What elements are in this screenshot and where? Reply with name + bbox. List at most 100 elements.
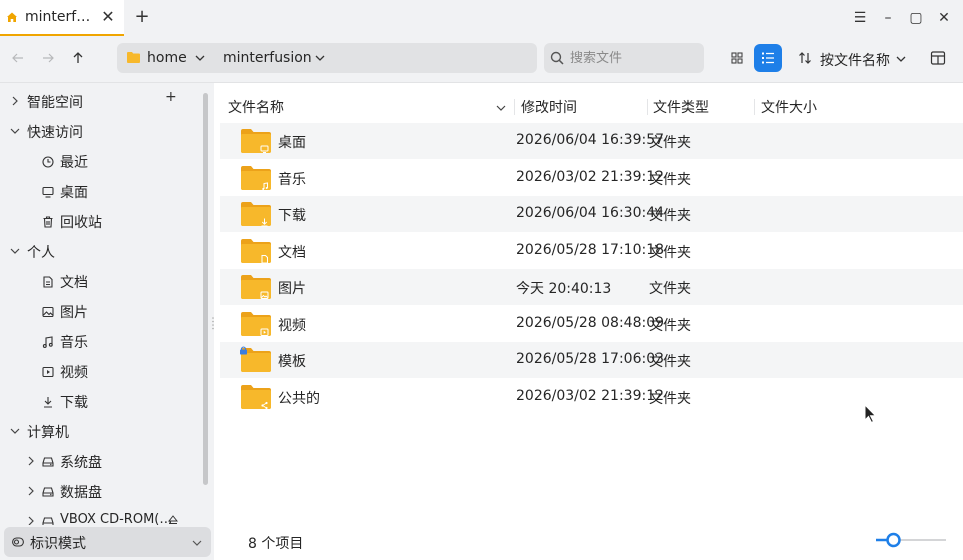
- chevron-down-icon[interactable]: [195, 54, 205, 62]
- sidebar-item-system-disk[interactable]: 系统盘: [0, 447, 200, 477]
- breadcrumb-home[interactable]: home: [147, 43, 187, 73]
- forward-button[interactable]: [38, 48, 58, 68]
- file-row[interactable]: 音乐 2026/03/02 21:39:12 文件夹: [220, 160, 963, 196]
- minimize-button[interactable]: –: [878, 8, 898, 28]
- file-row[interactable]: 文档 2026/05/28 17:10:18 文件夹: [220, 233, 963, 269]
- sort-button[interactable]: 按文件名称: [794, 44, 916, 72]
- chevron-down-icon[interactable]: [315, 54, 325, 62]
- sidebar-item-label: 音乐: [60, 335, 88, 351]
- chevron-right-icon[interactable]: [10, 96, 20, 106]
- file-type: 文件夹: [649, 171, 691, 188]
- icon-view-button[interactable]: [723, 44, 751, 72]
- folder-icon: [241, 165, 271, 190]
- list-icon: [762, 52, 774, 64]
- sidebar-item-label: 数据盘: [60, 485, 102, 501]
- sidebar-item-desktop[interactable]: 桌面: [0, 177, 200, 207]
- new-tab-button[interactable]: +: [132, 8, 152, 28]
- file-mtime: 2026/05/28 17:06:03: [516, 351, 665, 367]
- sidebar-group-label: 智能空间: [27, 95, 83, 111]
- column-separator[interactable]: [647, 99, 648, 115]
- chevron-right-icon[interactable]: [26, 456, 36, 466]
- chevron-down-icon: [192, 540, 202, 546]
- chevron-right-icon[interactable]: [26, 516, 36, 525]
- tab-title: minterf…: [25, 9, 91, 25]
- search-icon: [550, 51, 564, 65]
- file-type: 文件夹: [649, 135, 691, 151]
- sort-descending-icon[interactable]: [496, 104, 506, 112]
- chevron-down-icon[interactable]: [10, 246, 20, 256]
- sidebar: 智能空间 + 快速访问 最近 桌面 回收站 个人 文档 图片 音乐 视频 下载 …: [0, 83, 214, 560]
- file-mtime: 2026/03/02 21:39:12: [516, 387, 665, 404]
- column-header-mtime[interactable]: 修改时间: [521, 97, 577, 119]
- sidebar-item-downloads[interactable]: 下载: [0, 387, 200, 417]
- sort-icon: [799, 52, 811, 64]
- up-button[interactable]: [68, 48, 88, 68]
- sidebar-scrollbar[interactable]: [203, 93, 208, 485]
- home-icon: [7, 12, 17, 22]
- column-separator[interactable]: [754, 99, 755, 115]
- sidebar-item-trash[interactable]: 回收站: [0, 207, 200, 237]
- sidebar-item-recent[interactable]: 最近: [0, 147, 200, 177]
- close-button[interactable]: ✕: [934, 8, 954, 28]
- search-box[interactable]: [544, 43, 704, 73]
- zoom-slider[interactable]: [874, 531, 948, 549]
- sidebar-item-pictures[interactable]: 图片: [0, 297, 200, 327]
- sidebar-item-label: 最近: [60, 155, 88, 171]
- add-space-button[interactable]: +: [165, 89, 177, 105]
- sidebar-group-quick-access[interactable]: 快速访问: [0, 117, 200, 147]
- sidebar-item-label: 下载: [60, 395, 88, 411]
- tab-close-icon[interactable]: ✕: [100, 9, 116, 25]
- maximize-button[interactable]: ▢: [906, 8, 926, 28]
- drive-icon: [42, 457, 54, 467]
- search-input[interactable]: [570, 47, 696, 69]
- tag-mode-selector[interactable]: 标识模式: [4, 527, 211, 557]
- file-row[interactable]: 下载 2026/06/04 16:30:44 文件夹: [220, 196, 963, 232]
- column-header-name[interactable]: 文件名称: [228, 97, 284, 119]
- chevron-down-icon[interactable]: [10, 126, 20, 136]
- folder-icon: [241, 202, 271, 227]
- file-row[interactable]: 模板 2026/05/28 17:06:03 文件夹: [220, 342, 963, 378]
- eject-icon[interactable]: [168, 515, 178, 525]
- sidebar-group-computer[interactable]: 计算机: [0, 417, 200, 447]
- toggle-icon: [12, 537, 24, 547]
- video-icon: [42, 366, 54, 378]
- mouse-cursor: [864, 404, 877, 424]
- file-row[interactable]: 视频 2026/05/28 08:48:09 文件夹: [220, 306, 963, 342]
- folder-icon: [241, 129, 271, 153]
- tab-home[interactable]: minterf… ✕: [0, 0, 124, 36]
- sidebar-group-personal[interactable]: 个人: [0, 237, 200, 267]
- sidebar-item-data-disk[interactable]: 数据盘: [0, 477, 200, 507]
- sidebar-item-music[interactable]: 音乐: [0, 327, 200, 357]
- sidebar-item-label: 桌面: [60, 185, 88, 201]
- file-name: 音乐: [278, 171, 306, 188]
- folder-icon: [241, 384, 271, 409]
- file-name: 图片: [278, 281, 306, 297]
- chevron-down-icon[interactable]: [10, 426, 20, 436]
- folder-icon: [127, 52, 140, 63]
- sidebar-item-documents[interactable]: 文档: [0, 267, 200, 297]
- clock-icon: [42, 156, 54, 168]
- column-header-type[interactable]: 文件类型: [653, 97, 709, 119]
- chevron-right-icon[interactable]: [26, 486, 36, 496]
- file-type: 文件夹: [649, 281, 691, 297]
- breadcrumb-minterfusion[interactable]: minterfusion: [223, 43, 312, 73]
- detail-panel-icon[interactable]: [930, 50, 946, 66]
- sidebar-item-label: 图片: [60, 305, 88, 321]
- list-view-button[interactable]: [754, 44, 782, 72]
- breadcrumb[interactable]: home minterfusion: [117, 43, 537, 73]
- sidebar-group-smart-space[interactable]: 智能空间 +: [0, 87, 200, 117]
- column-header-size[interactable]: 文件大小: [761, 97, 817, 119]
- drive-icon: [42, 487, 54, 497]
- file-name: 公共的: [278, 390, 320, 407]
- file-name: 下载: [278, 208, 306, 224]
- file-row[interactable]: 桌面 2026/06/04 16:39:57 文件夹: [220, 123, 963, 159]
- file-mtime: 2026/05/28 17:10:18: [516, 241, 665, 258]
- file-row[interactable]: 图片 今天 20:40:13 文件夹: [220, 269, 963, 305]
- sidebar-item-cdrom[interactable]: VBOX CD-ROM(…: [0, 507, 200, 525]
- column-separator[interactable]: [514, 99, 515, 115]
- sidebar-item-videos[interactable]: 视频: [0, 357, 200, 387]
- file-row[interactable]: 公共的 2026/03/02 21:39:12 文件夹: [220, 379, 963, 415]
- menu-button[interactable]: ☰: [850, 8, 870, 28]
- folder-icon: [241, 275, 271, 299]
- back-button[interactable]: [8, 48, 28, 68]
